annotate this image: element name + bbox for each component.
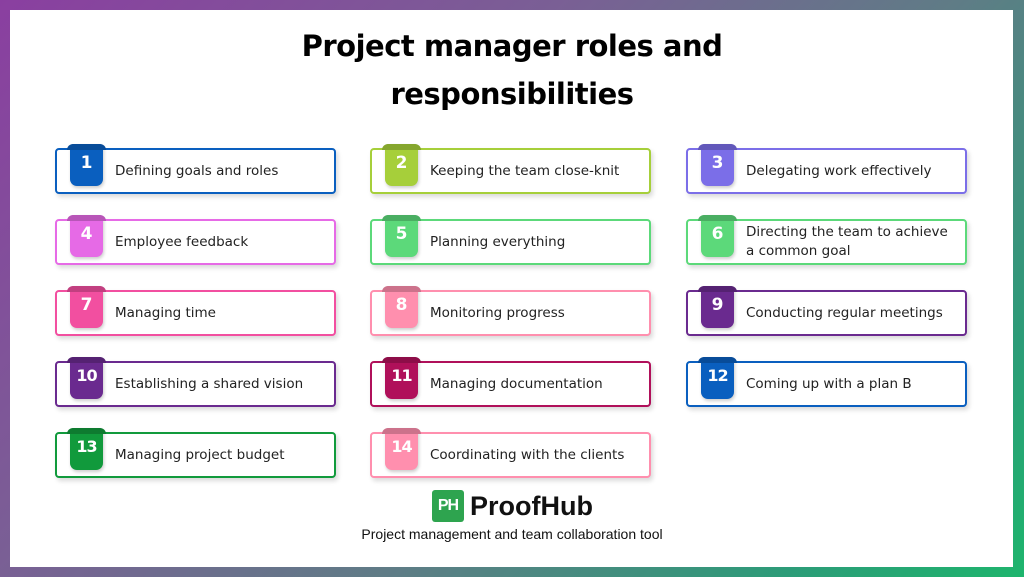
number-tab: 1 bbox=[70, 144, 103, 186]
responsibility-label: Planning everything bbox=[430, 233, 566, 250]
responsibility-label: Directing the team to achieve a common g… bbox=[746, 224, 948, 259]
tagline: Project management and team collaboratio… bbox=[361, 526, 663, 542]
responsibility-label: Managing time bbox=[115, 304, 216, 321]
number-tab: 7 bbox=[70, 286, 103, 328]
responsibility-card: 3 Delegating work effectively bbox=[686, 144, 967, 194]
number-tab: 12 bbox=[701, 357, 734, 399]
responsibility-label: Defining goals and roles bbox=[115, 162, 279, 179]
responsibility-card: 7 Managing time bbox=[55, 286, 336, 336]
number-tab: 2 bbox=[385, 144, 418, 186]
number-tab: 9 bbox=[701, 286, 734, 328]
number-tab: 6 bbox=[701, 215, 734, 257]
responsibility-card: 10 Establishing a shared vision bbox=[55, 357, 336, 407]
number-tab: 4 bbox=[70, 215, 103, 257]
proofhub-logo: PH ProofHub bbox=[432, 489, 593, 523]
responsibility-card: 6 Directing the team to achieve a common … bbox=[686, 215, 967, 265]
responsibility-label: Conducting regular meetings bbox=[746, 304, 943, 321]
responsibility-card: 5 Planning everything bbox=[370, 215, 651, 265]
number-tab: 13 bbox=[70, 428, 103, 470]
responsibility-label: Employee feedback bbox=[115, 233, 249, 250]
responsibility-label: Managing documentation bbox=[430, 375, 603, 392]
responsibility-card: 2 Keeping the team close-knit bbox=[370, 144, 651, 194]
responsibility-label: Coordinating with the clients bbox=[430, 446, 625, 463]
responsibility-card: 4 Employee feedback bbox=[55, 215, 336, 265]
responsibility-label: Establishing a shared vision bbox=[115, 375, 304, 392]
title-line-1: Project manager roles and bbox=[301, 29, 723, 63]
responsibility-label: Coming up with a plan B bbox=[746, 375, 912, 392]
responsibility-label: Monitoring progress bbox=[430, 304, 565, 321]
page-title: Project manager roles and responsibiliti… bbox=[0, 22, 1024, 118]
responsibility-card: 14 Coordinating with the clients bbox=[370, 428, 651, 478]
responsibility-card: 11 Managing documentation bbox=[370, 357, 651, 407]
responsibility-card: 9 Conducting regular meetings bbox=[686, 286, 967, 336]
responsibility-card: 8 Monitoring progress bbox=[370, 286, 651, 336]
number-tab: 3 bbox=[701, 144, 734, 186]
responsibility-card: 12 Coming up with a plan B bbox=[686, 357, 967, 407]
number-tab: 14 bbox=[385, 428, 418, 470]
responsibility-label: Delegating work effectively bbox=[746, 162, 932, 179]
number-tab: 5 bbox=[385, 215, 418, 257]
number-tab: 11 bbox=[385, 357, 418, 399]
number-tab: 10 bbox=[70, 357, 103, 399]
responsibility-card: 13 Managing project budget bbox=[55, 428, 336, 478]
responsibility-label: Keeping the team close-knit bbox=[430, 162, 620, 179]
number-tab: 8 bbox=[385, 286, 418, 328]
responsibility-card: 1 Defining goals and roles bbox=[55, 144, 336, 194]
ph-logo-icon: PH bbox=[432, 490, 464, 522]
responsibility-label: Managing project budget bbox=[115, 446, 285, 463]
brand-name: ProofHub bbox=[470, 490, 593, 521]
title-line-2: responsibilities bbox=[390, 77, 634, 111]
